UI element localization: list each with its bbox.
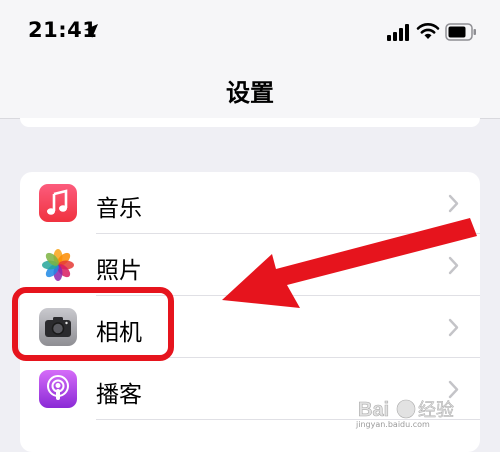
svg-text:经验: 经验 (418, 400, 454, 421)
signal-icon (387, 24, 409, 41)
chevron-right-icon (448, 318, 459, 337)
chevron-right-icon (448, 194, 459, 213)
settings-item-label: 照片 (96, 258, 142, 284)
navigation-bar: 设置 (0, 60, 500, 119)
watermark-url: jingyan.baidu.com (356, 420, 430, 429)
music-icon (39, 184, 77, 222)
location-arrow-icon (84, 24, 98, 38)
battery-icon (445, 23, 476, 41)
settings-item-label: 音乐 (96, 196, 142, 222)
previous-settings-group (20, 118, 480, 127)
svg-text:Bai: Bai (358, 399, 389, 421)
chevron-right-icon (448, 256, 459, 275)
settings-item-label: 播客 (96, 382, 142, 408)
highlight-box (12, 287, 174, 361)
photos-icon (39, 246, 77, 284)
settings-item-music[interactable]: 音乐 (20, 172, 480, 234)
wifi-icon (416, 23, 440, 39)
status-bar: 21:41 (0, 0, 500, 60)
podcast-icon (39, 370, 77, 408)
page-title: 设置 (226, 79, 274, 107)
